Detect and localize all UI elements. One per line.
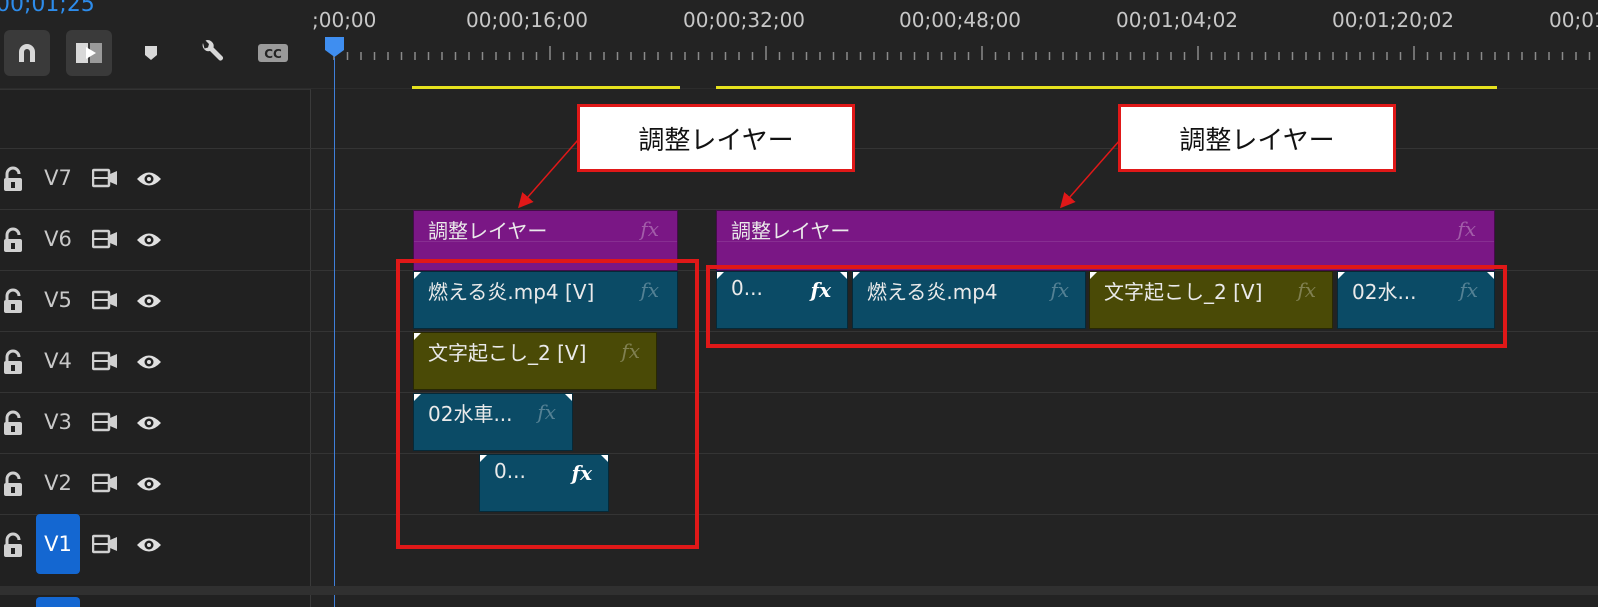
- track-target-v6[interactable]: V6: [36, 223, 80, 255]
- time-ruler[interactable]: ;00;00 00;00;16;00 00;00;32;00 00;00;48;…: [312, 0, 1598, 76]
- add-marker-button[interactable]: [128, 30, 174, 76]
- playhead-line[interactable]: [334, 58, 335, 607]
- toggle-sync-lock-icon[interactable]: [92, 290, 118, 310]
- eye-visibility-icon[interactable]: [136, 292, 162, 310]
- track-header-v7: V7: [0, 148, 311, 209]
- annotation-frame: [396, 259, 699, 549]
- eye-visibility-icon[interactable]: [136, 475, 162, 493]
- eye-visibility-icon[interactable]: [136, 170, 162, 188]
- track-target-v5[interactable]: V5: [36, 284, 80, 316]
- annotation-frame: [706, 265, 1507, 348]
- linked-selection-button[interactable]: [66, 30, 112, 76]
- toggle-sync-lock-icon[interactable]: [92, 351, 118, 371]
- svg-text:CC: CC: [264, 47, 282, 61]
- timeline-settings-button[interactable]: [188, 30, 234, 76]
- toggle-sync-lock-icon[interactable]: [92, 473, 118, 493]
- clip-label: 調整レイヤー: [731, 219, 851, 243]
- toggle-sync-lock-icon[interactable]: [92, 229, 118, 249]
- track-header-v1: V1: [0, 514, 311, 575]
- toggle-sync-lock-icon[interactable]: [92, 168, 118, 188]
- eye-visibility-icon[interactable]: [136, 231, 162, 249]
- track-header-v2: V2: [0, 453, 311, 514]
- audio-track-target[interactable]: [36, 597, 80, 607]
- add-marker-icon: [145, 46, 157, 60]
- ruler-label: 00;01;20;02: [1332, 8, 1455, 32]
- wrench-settings-icon: [202, 40, 223, 61]
- adjustment-layer-clip[interactable]: 調整レイヤー fx: [716, 210, 1495, 271]
- ruler-label: ;00;00: [312, 8, 377, 32]
- ruler-label: 00;00;32;00: [683, 8, 806, 32]
- toggle-sync-lock-icon[interactable]: [92, 534, 118, 554]
- track-target-v2[interactable]: V2: [36, 467, 80, 499]
- track-header-v5: V5: [0, 270, 311, 331]
- track-header-v3: V3: [0, 392, 311, 453]
- ruler-label: 00;01;04;02: [1116, 8, 1239, 32]
- eye-visibility-icon[interactable]: [136, 353, 162, 371]
- work-area-bar[interactable]: [716, 86, 1497, 89]
- track-separator-bar[interactable]: [0, 586, 1598, 595]
- track-target-v7[interactable]: V7: [36, 162, 80, 194]
- eye-visibility-icon[interactable]: [136, 414, 162, 432]
- lock-icon[interactable]: [2, 410, 24, 436]
- ruler-label: 00;00;16;00: [466, 8, 589, 32]
- lock-icon[interactable]: [2, 349, 24, 375]
- lock-icon[interactable]: [2, 227, 24, 253]
- annotation-callout: 調整レイヤー: [1118, 104, 1396, 172]
- lock-icon[interactable]: [2, 471, 24, 497]
- linked-selection-icon: [76, 43, 102, 63]
- ruler-ticks: [333, 46, 1591, 60]
- annotation-callout: 調整レイヤー: [577, 104, 855, 172]
- track-header-v6: V6: [0, 209, 311, 270]
- playhead-handle[interactable]: [324, 36, 345, 58]
- timeline-toolbar: CC: [0, 30, 310, 76]
- clip-label: 調整レイヤー: [428, 219, 548, 243]
- track-header-v4: V4: [0, 331, 311, 392]
- lock-icon[interactable]: [2, 166, 24, 192]
- ruler-label: 00;01;36;02: [1549, 8, 1598, 32]
- lock-icon[interactable]: [2, 288, 24, 314]
- track-target-v3[interactable]: V3: [36, 406, 80, 438]
- captions-button[interactable]: CC: [250, 30, 296, 76]
- track-target-v1[interactable]: V1: [36, 514, 80, 574]
- snap-button[interactable]: [4, 30, 50, 76]
- fx-badge: fx: [1457, 217, 1476, 241]
- current-timecode[interactable]: 00;01;25: [0, 0, 95, 17]
- toggle-sync-lock-icon[interactable]: [92, 412, 118, 432]
- ruler-label: 00;00;48;00: [899, 8, 1022, 32]
- work-area-bar[interactable]: [412, 86, 680, 89]
- snap-magnet-icon: [19, 44, 35, 62]
- captions-icon: CC: [258, 44, 288, 62]
- track-target-v4[interactable]: V4: [36, 345, 80, 377]
- fx-badge: fx: [640, 217, 659, 241]
- lock-icon[interactable]: [2, 532, 24, 558]
- eye-visibility-icon[interactable]: [136, 536, 162, 554]
